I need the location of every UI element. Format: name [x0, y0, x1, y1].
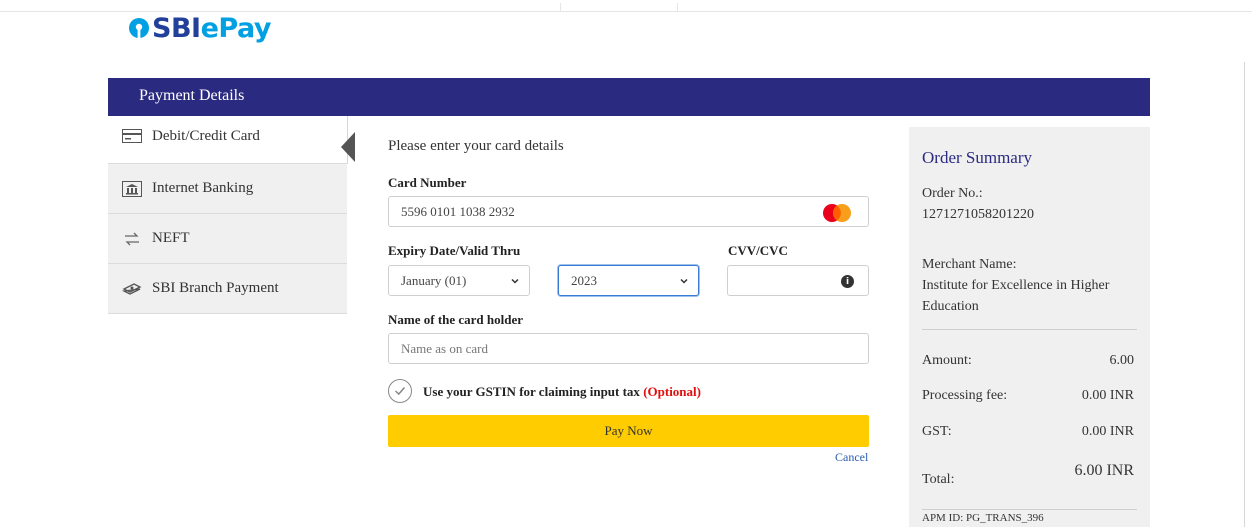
page-right-divider [1244, 62, 1245, 527]
chevron-down-icon [680, 278, 688, 284]
gstin-optional-tag: (Optional) [643, 384, 701, 399]
cash-icon [122, 281, 142, 297]
expiry-month-select[interactable]: January (01) [388, 265, 530, 296]
mastercard-icon [823, 204, 851, 222]
processing-fee-label: Processing fee: [922, 388, 1008, 403]
chevron-down-icon [511, 278, 519, 284]
expiry-month-value: January (01) [401, 272, 467, 288]
sbi-logo-icon [129, 18, 149, 38]
transfer-icon [122, 231, 142, 247]
sbiepay-logo: SBI ePay [128, 10, 271, 46]
card-holder-input[interactable]: Name as on card [388, 333, 869, 364]
sidebar-item-label: Internet Banking [152, 180, 254, 196]
order-no-label: Order No.: [922, 186, 983, 201]
gstin-text: Use your GSTIN for claiming input tax [423, 384, 640, 399]
gstin-label: Use your GSTIN for claiming input tax (O… [423, 384, 701, 400]
order-summary-title: Order Summary [922, 148, 1033, 167]
logo-text-epay: ePay [200, 12, 272, 44]
info-icon[interactable]: i [841, 275, 854, 288]
order-no-value: 1271271058201220 [922, 207, 1034, 222]
form-intro-text: Please enter your card details [388, 138, 564, 154]
order-summary-panel: Order Summary Order No.: 127127105820122… [909, 127, 1150, 527]
sidebar-item-internet-banking[interactable]: Internet Banking [108, 164, 347, 214]
merchant-name-value: Institute for Excellence in Higher Educa… [922, 278, 1110, 314]
sidebar-item-label: Debit/Credit Card [152, 128, 260, 144]
gst-label: GST: [922, 424, 952, 439]
total-value: 6.00 INR [1074, 462, 1134, 479]
sidebar-item-sbi-branch-payment[interactable]: SBI Branch Payment [108, 264, 347, 314]
payment-details-header: Payment Details [108, 78, 1150, 116]
card-number-input[interactable]: 5596 0101 1038 2932 [388, 196, 869, 227]
cvv-label: CVV/CVC [728, 243, 788, 258]
total-label: Total: [922, 472, 955, 487]
pay-now-button[interactable]: Pay Now [388, 415, 869, 447]
apm-id: APM ID: PG_TRANS_396 [922, 512, 1044, 524]
bank-icon [122, 180, 142, 197]
payment-method-sidebar: Debit/Credit Card Internet Banking NEFT … [108, 116, 355, 314]
gst-value: 0.00 INR [1081, 424, 1134, 439]
card-number-label: Card Number [388, 175, 467, 190]
cvv-input[interactable]: i [727, 265, 869, 296]
cancel-link[interactable]: Cancel [835, 450, 868, 465]
header-title: Payment Details [139, 87, 245, 104]
card-icon [122, 128, 142, 144]
top-tab-outline [560, 3, 678, 12]
processing-fee-value: 0.00 INR [1081, 388, 1134, 403]
logo-text-sbi: SBI [152, 12, 201, 44]
active-indicator-arrow [341, 132, 355, 162]
sidebar-item-label: NEFT [152, 230, 190, 246]
amount-label: Amount: [922, 353, 972, 368]
gstin-checkbox[interactable] [388, 379, 412, 403]
expiry-year-select[interactable]: 2023 [558, 265, 699, 296]
merchant-name-label: Merchant Name: [922, 257, 1017, 272]
sidebar-item-label: SBI Branch Payment [152, 280, 279, 296]
summary-divider [922, 509, 1137, 510]
amount-value: 6.00 [1109, 353, 1135, 368]
expiry-year-value: 2023 [571, 272, 597, 288]
card-number-value: 5596 0101 1038 2932 [401, 203, 515, 219]
summary-divider [922, 329, 1137, 330]
expiry-label: Expiry Date/Valid Thru [388, 243, 521, 258]
sidebar-item-neft[interactable]: NEFT [108, 214, 347, 264]
card-holder-label: Name of the card holder [388, 312, 524, 327]
sidebar-item-debit-credit-card[interactable]: Debit/Credit Card [108, 116, 355, 164]
check-icon [394, 387, 406, 396]
card-holder-placeholder: Name as on card [401, 340, 488, 356]
